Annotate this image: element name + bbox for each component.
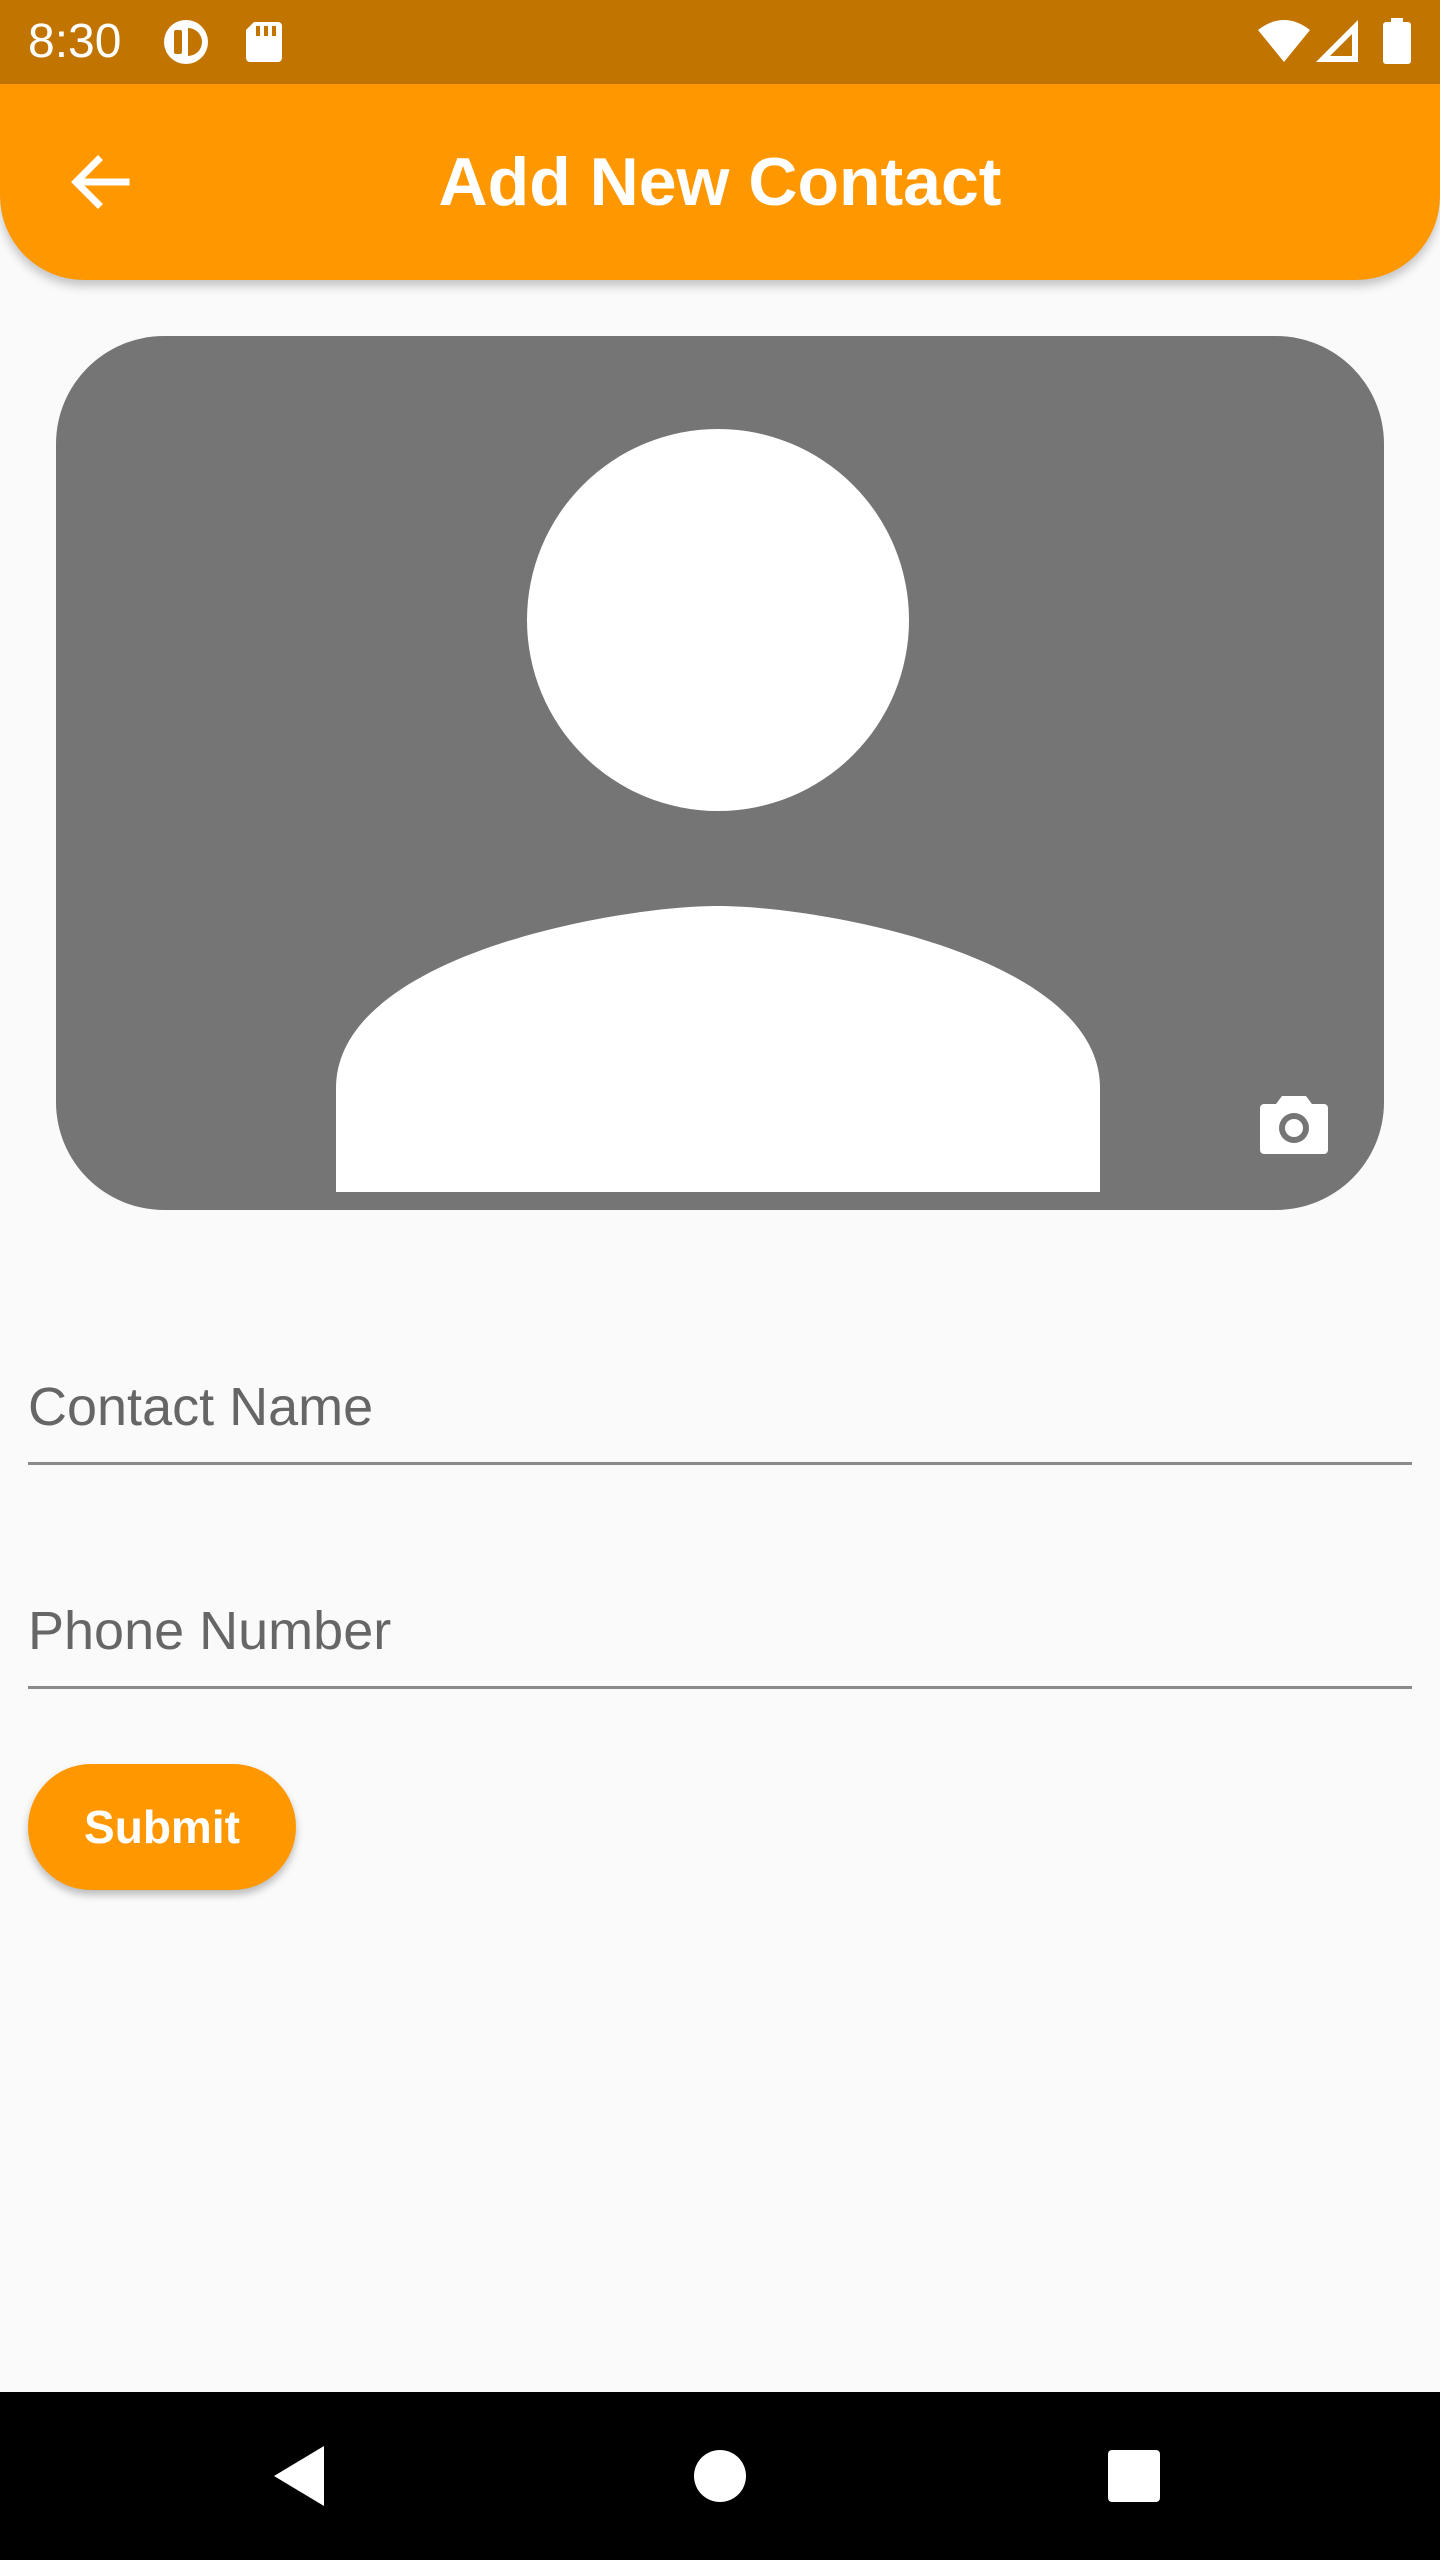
sd-card-icon	[244, 18, 284, 66]
notification-icon	[160, 18, 216, 66]
nav-back-icon	[270, 2444, 330, 2508]
camera-icon	[1258, 1092, 1330, 1156]
phone-number-field	[28, 1576, 1412, 1689]
navigation-bar	[0, 2392, 1440, 2560]
nav-recents-icon	[1106, 2448, 1162, 2504]
submit-button[interactable]: Submit	[28, 1764, 296, 1890]
contact-name-field	[28, 1352, 1412, 1465]
battery-icon	[1382, 18, 1412, 66]
contact-name-input[interactable]	[28, 1352, 1412, 1462]
nav-home-icon	[692, 2448, 748, 2504]
contact-photo-card[interactable]	[56, 336, 1384, 1210]
page-title: Add New Contact	[438, 144, 1002, 220]
person-silhouette-icon	[336, 429, 1100, 1192]
wifi-icon	[1256, 18, 1312, 66]
nav-recents-button[interactable]	[1078, 2420, 1190, 2532]
nav-home-button[interactable]	[664, 2420, 776, 2532]
cellular-signal-icon	[1314, 18, 1360, 66]
status-time: 8:30	[28, 15, 122, 68]
status-bar: 8:30	[0, 0, 1440, 84]
nav-back-button[interactable]	[244, 2420, 356, 2532]
camera-button[interactable]	[1246, 1076, 1342, 1172]
app-bar: Add New Contact	[0, 84, 1440, 280]
phone-number-input[interactable]	[28, 1576, 1412, 1686]
